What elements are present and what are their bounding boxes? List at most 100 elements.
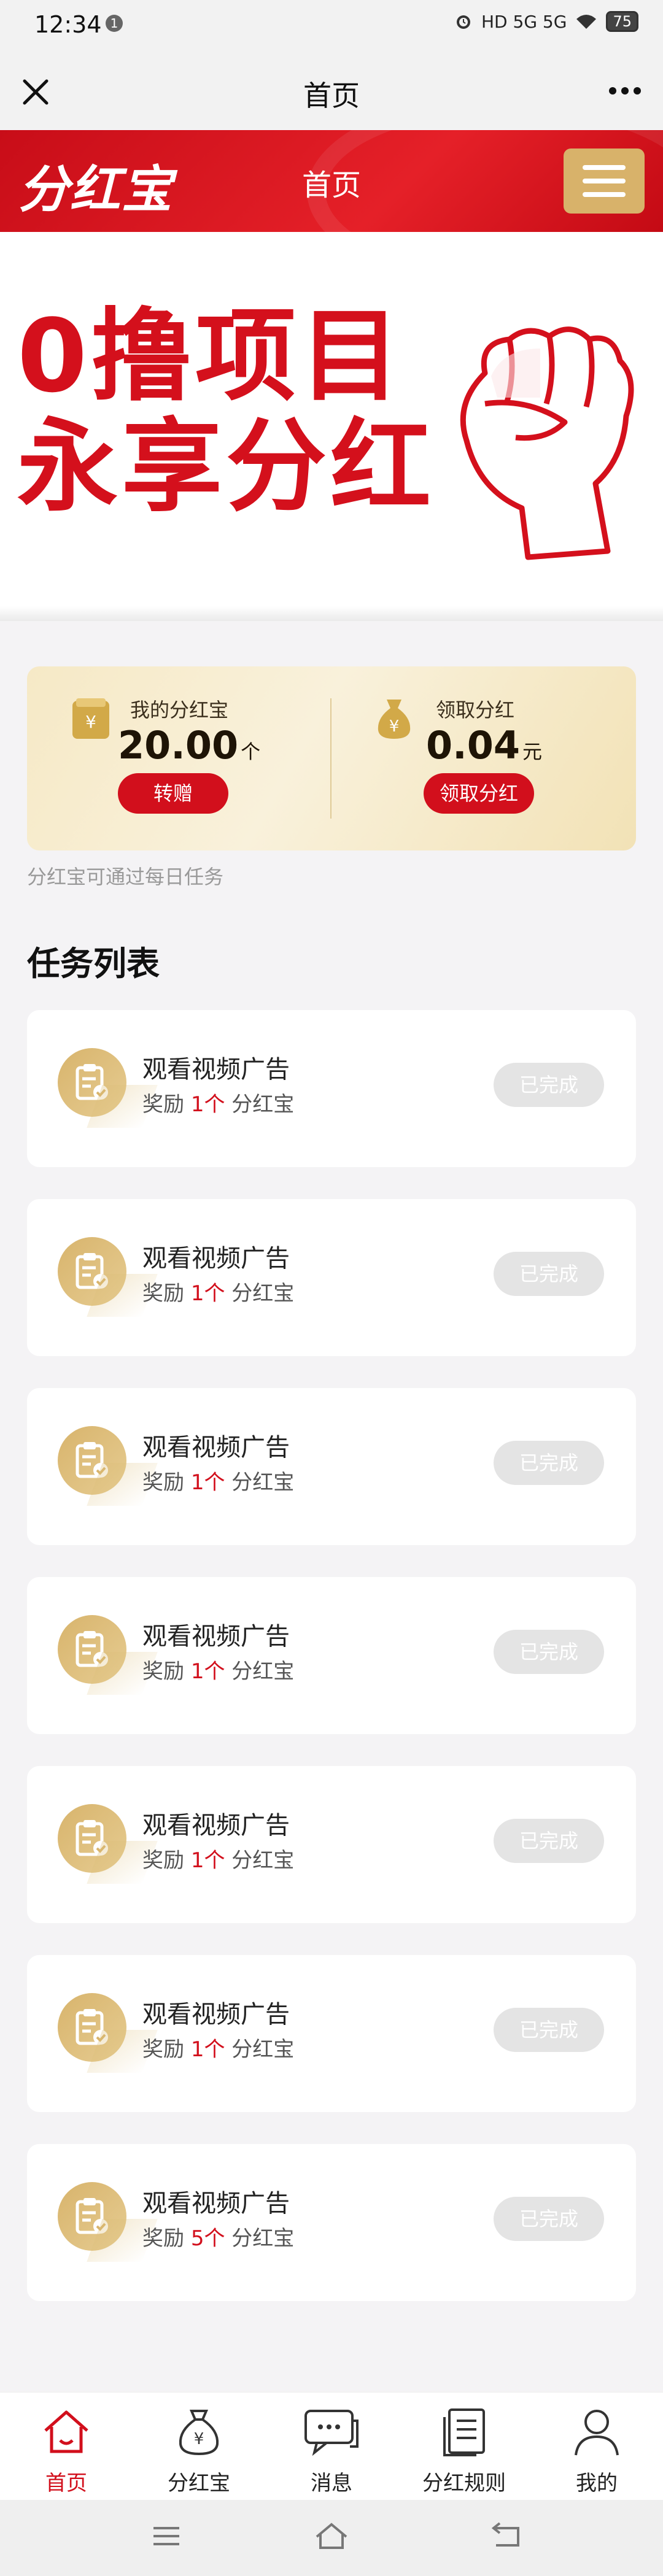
menu-bar-icon [583,192,626,197]
home-nav-icon[interactable] [313,2521,350,2551]
task-icon [58,1426,126,1495]
task-card: 观看视频广告 奖励 1个 分红宝 已完成 [27,1577,636,1734]
status-indicators: HD 5G 5G 75 [454,11,638,32]
reward-amount: 1个 [190,1470,225,1495]
alarm-icon [457,15,470,29]
task-reward: 奖励 1个 分红宝 [142,1654,294,1684]
reward-suffix: 分红宝 [231,1659,295,1684]
task-name: 观看视频广告 [142,2000,290,2029]
transfer-button[interactable]: 转赠 [118,773,228,814]
task-name: 观看视频广告 [142,1622,290,1651]
back-icon[interactable] [490,2521,523,2551]
promo-banner[interactable]: 0撸项目 永享分红 [0,232,663,621]
task-card: 观看视频广告 奖励 1个 分红宝 已完成 [27,1388,636,1545]
task-reward: 奖励 5个 分红宝 [142,2221,294,2251]
network-indicators: HD 5G 5G [481,11,567,32]
reward-amount: 1个 [190,1659,225,1684]
reward-prefix: 奖励 [142,2037,184,2062]
reward-suffix: 分红宝 [231,1848,295,1873]
task-icon [58,1804,126,1873]
reward-suffix: 分红宝 [231,1092,295,1117]
reward-prefix: 奖励 [142,1092,184,1117]
reward-amount: 1个 [190,2037,225,2062]
reward-prefix: 奖励 [142,1848,184,1873]
user-icon [575,2410,619,2456]
tab-profile[interactable]: 我的 [530,2393,663,2501]
notification-badge: 1 [106,15,123,32]
claim-dividend-label: 领取分红 [436,698,515,722]
task-status-button[interactable]: 已完成 [494,2197,604,2241]
tab-dividend[interactable]: ¥ 分红宝 [133,2393,265,2501]
task-status-button[interactable]: 已完成 [494,1252,604,1296]
reward-amount: 1个 [190,1848,225,1873]
recent-apps-icon[interactable] [151,2521,182,2551]
task-reward: 奖励 1个 分红宝 [142,1276,294,1306]
reward-prefix: 奖励 [142,1281,184,1306]
svg-text:¥: ¥ [85,712,96,732]
reward-prefix: 奖励 [142,1659,184,1684]
task-icon [58,1237,126,1306]
task-status-button[interactable]: 已完成 [494,1630,604,1674]
task-status-button[interactable]: 已完成 [494,1063,604,1107]
clipboard-check-icon [76,1064,108,1100]
task-name: 观看视频广告 [142,1244,290,1273]
my-dividend-label: 我的分红宝 [130,698,229,722]
task-status-button[interactable]: 已完成 [494,2008,604,2052]
task-icon [58,1615,126,1684]
my-dividend-unit: 个 [241,740,261,763]
system-nav-bar [0,2500,663,2576]
task-card: 观看视频广告 奖励 1个 分红宝 已完成 [27,1766,636,1923]
reward-suffix: 分红宝 [231,2037,295,2062]
my-dividend-amount: 20.00 [118,723,239,768]
task-name: 观看视频广告 [142,1055,290,1084]
wallet-icon: ¥ [72,698,109,739]
task-reward: 奖励 1个 分红宝 [142,1087,294,1117]
clipboard-check-icon [76,2009,108,2045]
reward-prefix: 奖励 [142,1470,184,1495]
fist-icon [460,326,634,560]
claim-dividend-unit: 元 [522,740,542,763]
task-icon [58,1048,126,1117]
banner-shadow [0,606,663,621]
svg-text:¥: ¥ [389,717,400,736]
task-name: 观看视频广告 [142,1811,290,1840]
message-icon [304,2410,359,2456]
more-icon[interactable] [605,74,645,108]
tab-label: 我的 [576,2471,618,2496]
nav-title: 首页 [303,79,360,112]
task-icon [58,2182,126,2251]
app-header: 分红宝 首页 [0,130,663,232]
reward-amount: 1个 [190,1281,225,1306]
clipboard-check-icon [76,1820,108,1856]
task-reward: 奖励 1个 分红宝 [142,2032,294,2062]
clipboard-check-icon [76,1253,108,1289]
status-bar: 12:34 1 HD 5G 5G 75 [0,0,663,55]
task-reward: 奖励 1个 分红宝 [142,1843,294,1873]
task-status-button[interactable]: 已完成 [494,1441,604,1485]
claim-dividend-button[interactable]: 领取分红 [424,773,534,814]
tab-label: 分红宝 [168,2471,230,2496]
tab-messages[interactable]: 消息 [265,2393,398,2501]
task-icon [58,1993,126,2062]
tab-label: 分红规则 [422,2471,506,2496]
task-status-button[interactable]: 已完成 [494,1819,604,1863]
claim-dividend-amount: 0.04 [426,723,520,768]
dividend-summary-card: ¥ 我的分红宝 20.00 个 转赠 ¥ 领取分红 0.04 元 领取分红 [27,666,636,850]
task-card: 观看视频广告 奖励 1个 分红宝 已完成 [27,1199,636,1356]
status-time: 12:34 [34,11,102,38]
reward-prefix: 奖励 [142,2226,184,2251]
svg-text:¥: ¥ [194,2430,204,2448]
money-bag-icon: ¥ [179,2410,219,2456]
bottom-tab-bar: 首页 ¥ 分红宝 消息 分红规则 我的 [0,2392,663,2501]
task-card: 观看视频广告 奖励 1个 分红宝 已完成 [27,1010,636,1167]
tab-home[interactable]: 首页 [0,2393,133,2501]
money-bag-icon: ¥ [378,700,411,739]
reward-suffix: 分红宝 [231,1470,295,1495]
task-reward: 奖励 1个 分红宝 [142,1465,294,1495]
tab-rules[interactable]: 分红规则 [398,2393,530,2501]
wifi-icon [576,15,597,29]
my-dividend-value: 20.00 个 [118,723,260,768]
task-card: 观看视频广告 奖励 5个 分红宝 已完成 [27,2144,636,2301]
home-icon [44,2410,88,2453]
menu-button[interactable] [564,148,645,214]
